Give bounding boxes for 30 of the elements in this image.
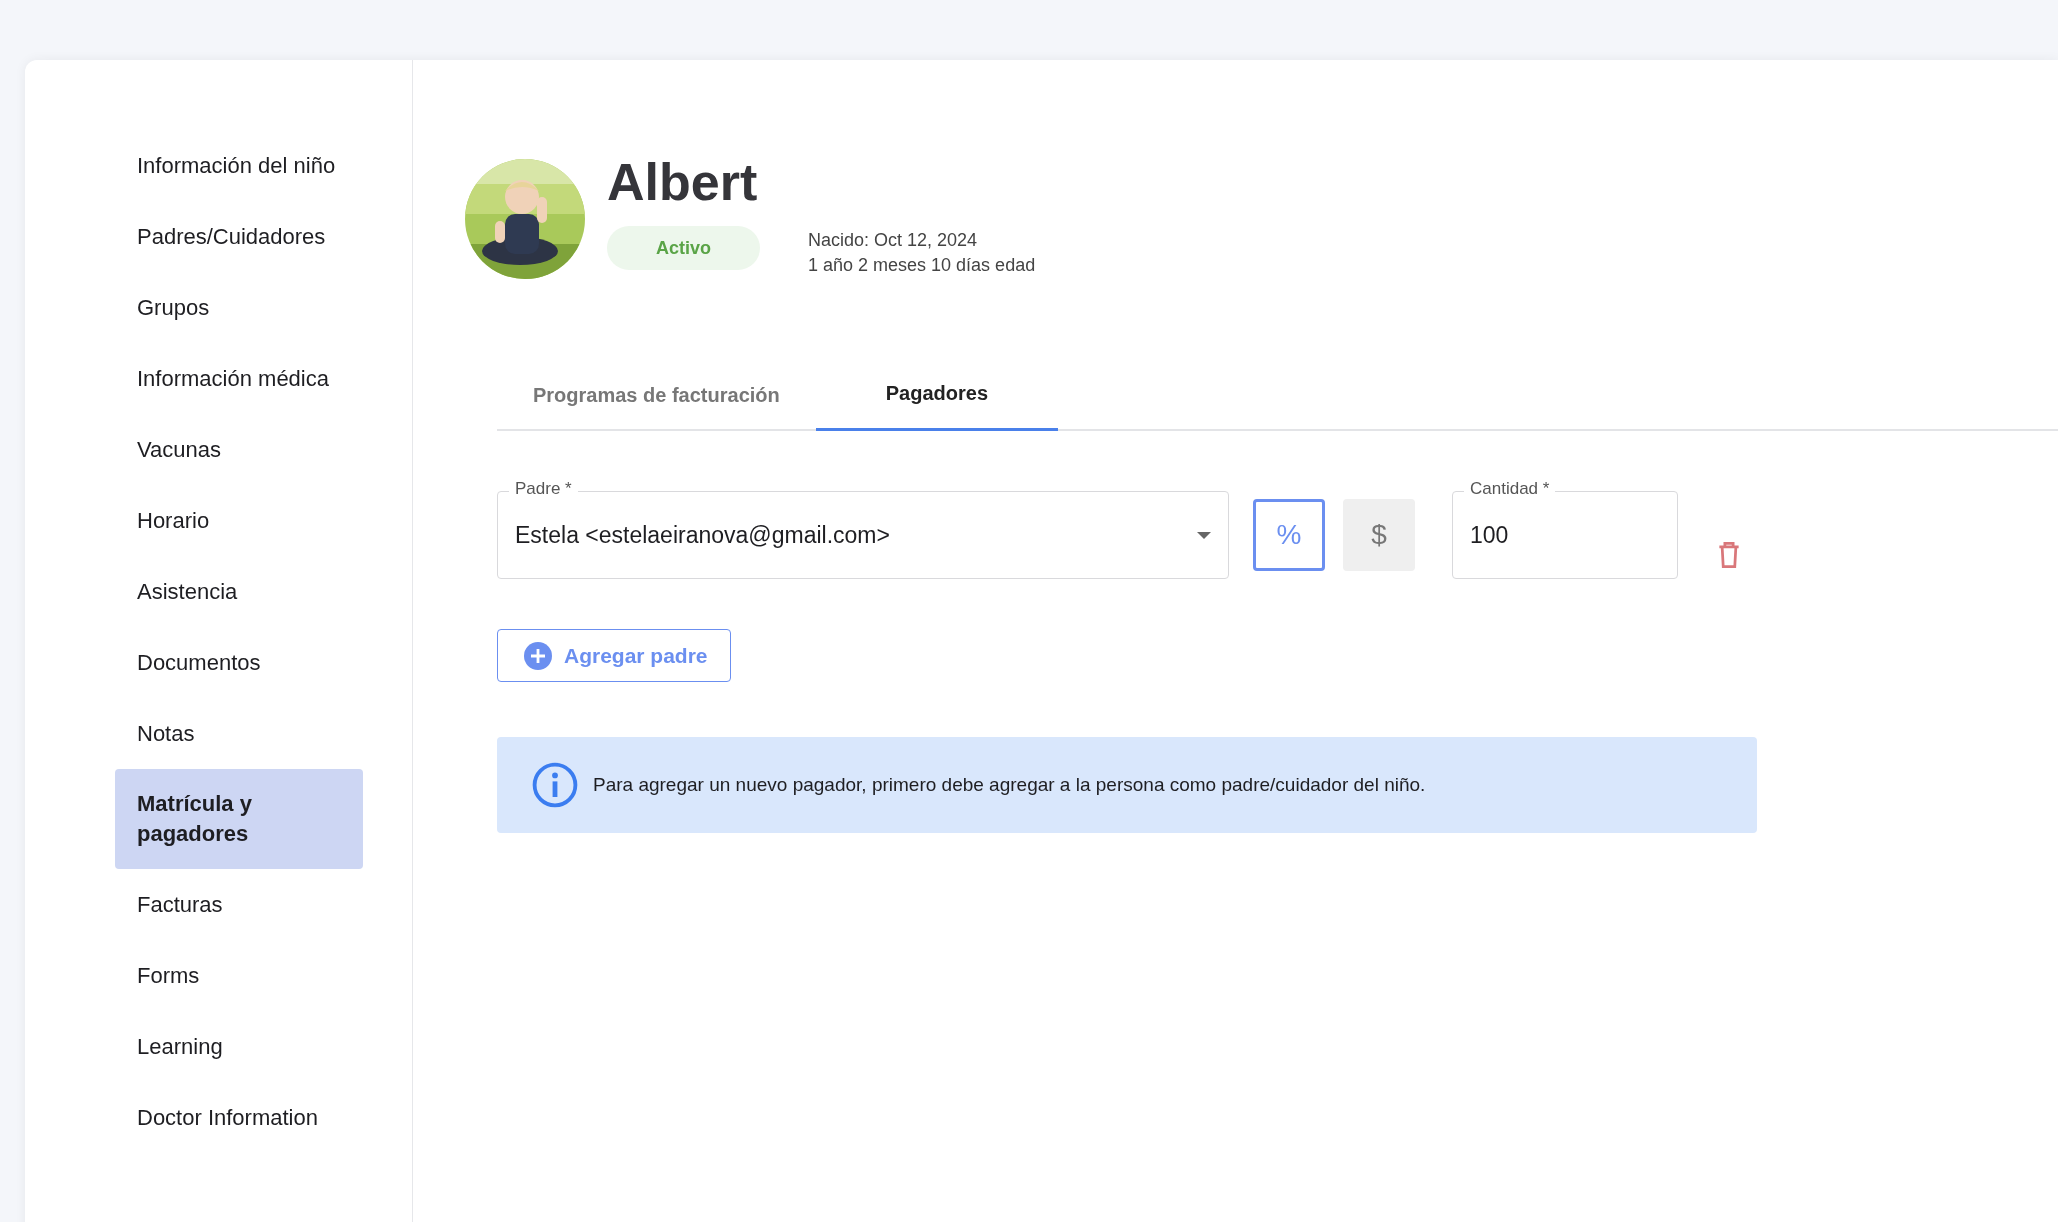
plus-icon	[524, 641, 552, 670]
tab[interactable]: Pagadores	[815, 359, 1058, 431]
sidebar-item[interactable]: Doctor Information	[115, 1082, 363, 1153]
amount-field[interactable]: Cantidad * 100	[1452, 479, 1678, 579]
field-value: Estela <estelaeiranova@gmail.com>	[515, 521, 891, 549]
parent-select[interactable]: Padre * Estela <estelaeiranova@gmail.com>	[497, 479, 1229, 579]
sidebar-item[interactable]: Información médica	[115, 343, 363, 414]
status-badge: Activo	[607, 226, 760, 270]
field-value: 100	[1470, 521, 1510, 549]
sidebar-item[interactable]: Facturas	[115, 869, 363, 940]
sidebar-item[interactable]: Forms	[115, 940, 363, 1011]
info-text: Para agregar un nuevo pagador, primero debe agregar a la persona como padre/cuidador del niño.	[593, 774, 1426, 796]
sidebar-item[interactable]: Horario	[115, 485, 363, 556]
sidebar-item[interactable]: Grupos	[115, 272, 363, 343]
sidebar-item[interactable]: Información del niño	[115, 130, 363, 201]
tab[interactable]: Programas de facturación	[497, 359, 816, 431]
sidebar-item[interactable]: Documentos	[115, 627, 363, 698]
sidebar-item[interactable]: Padres/Cuidadores	[115, 201, 363, 272]
unit-toggle[interactable]: $	[1343, 499, 1415, 571]
sidebar-item[interactable]: Matrícula y pagadores	[115, 769, 363, 869]
trash-icon[interactable]	[1718, 541, 1740, 569]
child-name: Albert	[607, 152, 759, 212]
sidebar-item[interactable]: Notas	[115, 698, 363, 769]
sidebar-item[interactable]: Learning	[115, 1011, 363, 1082]
caret-icon	[1197, 531, 1211, 539]
birth-date: Nacido: Oct 12, 2024	[808, 229, 979, 252]
sidebar-item[interactable]: Asistencia	[115, 556, 363, 627]
sidebar-item[interactable]: Vacunas	[115, 414, 363, 485]
age-text: 1 año 2 meses 10 días edad	[808, 254, 1036, 277]
info-icon	[531, 761, 579, 809]
